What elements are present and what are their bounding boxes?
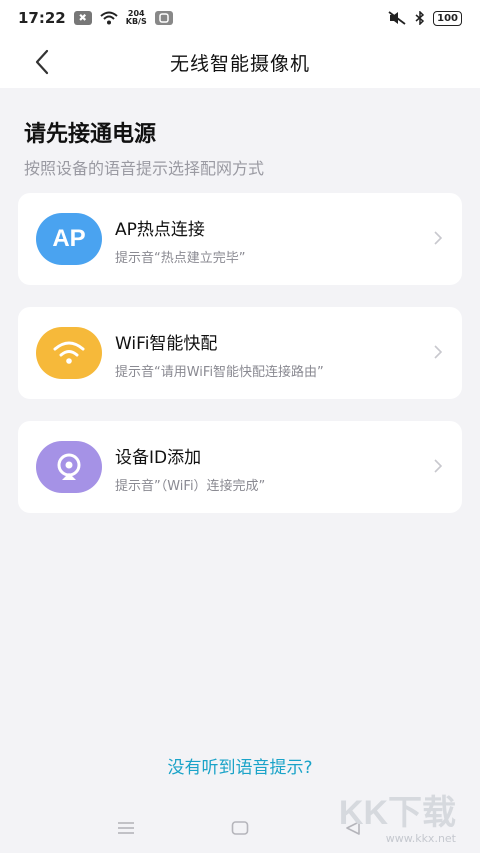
option-desc: 提示音“请用WiFi智能快配连接路由” — [115, 365, 324, 380]
option-ap-hotspot[interactable]: AP AP热点连接 提示音“热点建立完毕” — [18, 193, 462, 285]
option-desc: 提示音“热点建立完毕” — [115, 251, 246, 266]
chevron-right-icon — [434, 345, 442, 359]
chevron-left-icon — [35, 49, 49, 75]
chevron-right-icon — [434, 459, 442, 473]
notification-icon: ✖ — [73, 11, 92, 25]
watermark: KK下载 www.kkx.net — [339, 796, 456, 845]
option-desc: 提示音”（WiFi）连接完成” — [115, 479, 266, 494]
option-wifi-smart-config[interactable]: WiFi智能快配 提示音“请用WiFi智能快配连接路由” — [18, 307, 462, 399]
wifi-signal-icon — [100, 11, 118, 25]
chevron-right-icon — [434, 231, 442, 245]
status-bar: 17:22 ✖ 204 KB/S 100 — [0, 0, 480, 36]
page-title: 无线智能摄像机 — [169, 52, 310, 75]
menu-icon[interactable] — [117, 821, 135, 835]
home-icon[interactable] — [231, 821, 249, 835]
no-voice-prompt-link[interactable]: 没有听到语音提示? — [0, 753, 480, 778]
main-heading: 请先接通电源 — [24, 122, 157, 147]
battery-indicator: 100 — [433, 10, 462, 26]
status-time: 17:22 — [18, 9, 66, 27]
nav-bar: 无线智能摄像机 — [0, 36, 480, 88]
back-button[interactable] — [26, 46, 58, 78]
wifi-icon — [36, 327, 102, 379]
main-subheading: 按照设备的语音提示选择配网方式 — [24, 159, 265, 178]
wifi-glyph — [53, 341, 85, 364]
option-title: 设备ID添加 — [115, 448, 202, 468]
option-title: AP热点连接 — [115, 220, 205, 240]
status-right: 100 — [387, 10, 462, 26]
camera-glyph — [57, 453, 81, 480]
watermark-logo: KK下载 — [338, 794, 456, 832]
ap-icon-label: AP — [52, 225, 86, 252]
mute-icon — [388, 11, 406, 25]
net-speed: 204 KB/S — [126, 10, 147, 26]
app-notification-icon — [154, 11, 173, 25]
status-left: 17:22 ✖ 204 KB/S — [18, 9, 173, 27]
bluetooth-icon — [415, 11, 425, 25]
net-speed-unit: KB/S — [125, 17, 147, 26]
option-device-id[interactable]: 设备ID添加 提示音”（WiFi）连接完成” — [18, 421, 462, 513]
ap-icon: AP — [36, 213, 102, 265]
option-title: WiFi智能快配 — [115, 334, 218, 354]
watermark-url: www.kkx.net — [385, 832, 456, 845]
camera-icon — [36, 441, 102, 493]
